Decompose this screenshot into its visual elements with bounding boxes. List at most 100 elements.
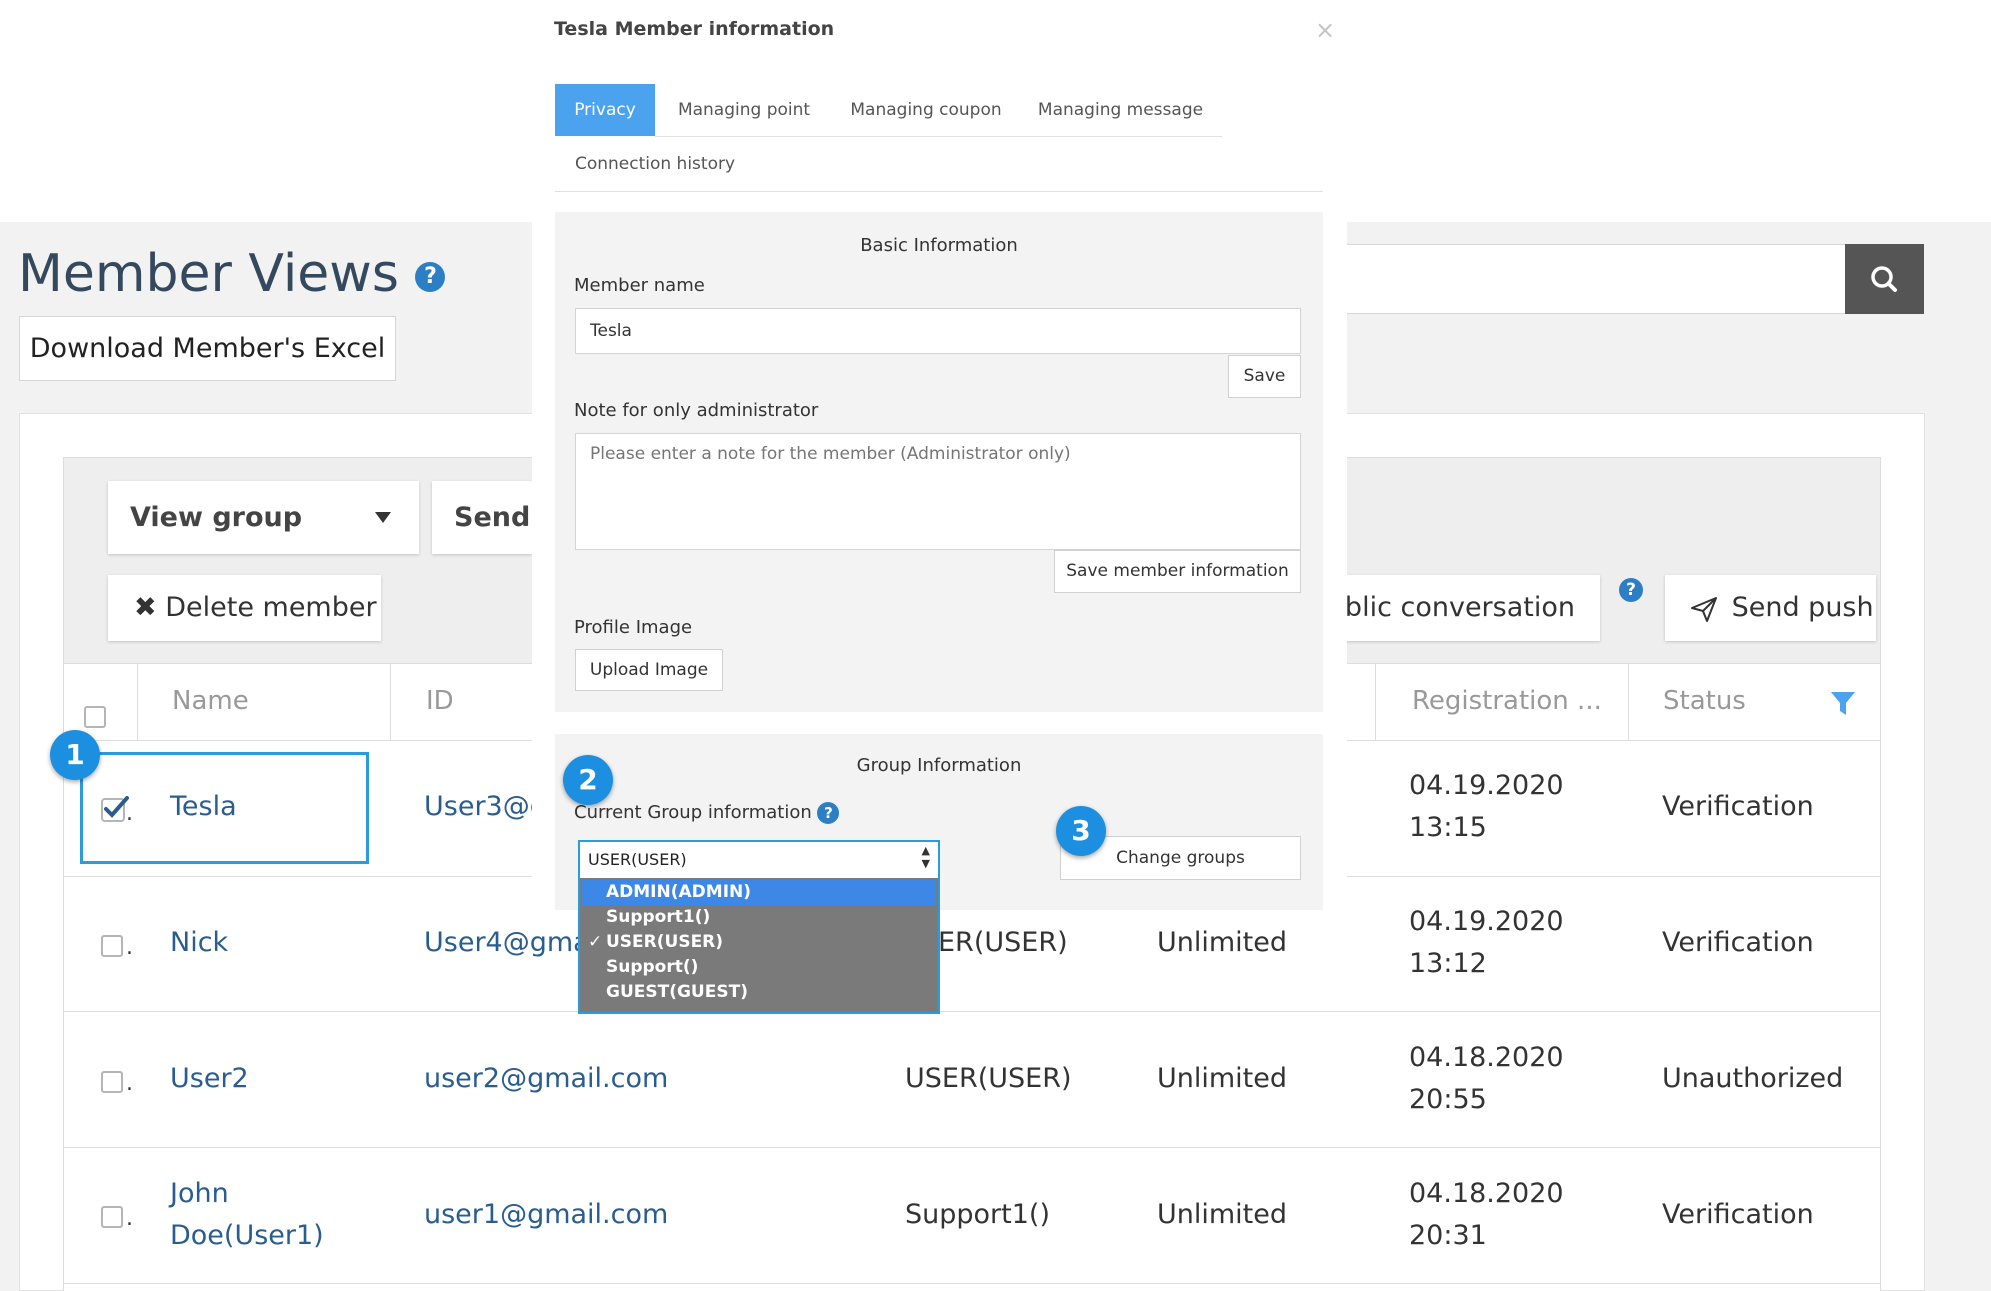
- status-text: Verification: [1662, 1199, 1814, 1230]
- registration-time: 20:31: [1409, 1220, 1487, 1251]
- status-text: Verification: [1662, 791, 1814, 822]
- view-group-dropdown[interactable]: View group: [108, 481, 419, 554]
- tab-managing-point[interactable]: Managing point: [655, 84, 833, 137]
- limit-text: Unlimited: [1157, 1063, 1288, 1094]
- limit-text: Unlimited: [1157, 927, 1288, 958]
- selection-highlight: [80, 752, 369, 864]
- registration-time: 20:55: [1409, 1084, 1487, 1115]
- divider: [555, 191, 1323, 192]
- row-checkbox[interactable]: [101, 1071, 123, 1093]
- section-heading: Group Information: [856, 755, 1022, 776]
- public-conversation-button[interactable]: ublic conversation: [1325, 575, 1600, 641]
- admin-note-textarea[interactable]: [575, 433, 1301, 550]
- group-dropdown-list: ADMIN(ADMIN) Support1() ✓ USER(USER) Sup…: [578, 878, 940, 1014]
- member-name-link[interactable]: John: [170, 1178, 229, 1209]
- step-badge-2: 2: [563, 755, 613, 805]
- divider: [137, 663, 138, 740]
- save-member-information-button[interactable]: Save member information: [1054, 550, 1301, 593]
- divider: [64, 1147, 1880, 1148]
- close-icon: ✖: [134, 592, 157, 623]
- current-group-label: Current Group information ?: [574, 802, 840, 824]
- view-group-label: View group: [130, 502, 303, 533]
- checkbox-mark: .: [126, 1071, 133, 1096]
- status-text: Unauthorized: [1662, 1063, 1844, 1094]
- select-all-checkbox[interactable]: [84, 706, 106, 728]
- group-text: Support1(): [905, 1199, 1050, 1230]
- save-button[interactable]: Save: [1228, 355, 1301, 398]
- search-icon: [1871, 266, 1897, 292]
- divider: [64, 1011, 1880, 1012]
- member-name-link[interactable]: User2: [170, 1063, 249, 1094]
- profile-image-label: Profile Image: [574, 617, 693, 638]
- close-icon[interactable]: ×: [1315, 16, 1335, 44]
- delete-member-button[interactable]: ✖ Delete member: [108, 575, 381, 641]
- check-icon: ✓: [588, 932, 603, 952]
- group-select-value: USER(USER): [588, 850, 687, 869]
- page-title: Member Views ?: [18, 244, 446, 304]
- current-group-label-text: Current Group information: [574, 802, 812, 823]
- member-id-link[interactable]: user2@gmail.com: [424, 1063, 668, 1094]
- column-header-registration[interactable]: Registration ...: [1412, 663, 1612, 740]
- divider: [390, 663, 391, 740]
- step-badge-3: 3: [1056, 806, 1106, 856]
- option-user-label: USER(USER): [606, 932, 724, 952]
- tab-managing-coupon[interactable]: Managing coupon: [833, 84, 1019, 137]
- status-text: Verification: [1662, 927, 1814, 958]
- divider: [1628, 663, 1629, 740]
- registration-date: 04.18.2020: [1409, 1178, 1564, 1209]
- download-excel-button[interactable]: Download Member's Excel: [19, 316, 396, 381]
- updown-arrows-icon: ▲ ▼: [921, 844, 930, 870]
- option-admin[interactable]: ADMIN(ADMIN): [582, 880, 936, 905]
- option-guest[interactable]: GUEST(GUEST): [582, 980, 936, 1005]
- member-name-link[interactable]: Nick: [170, 927, 228, 958]
- registration-time: 13:12: [1409, 948, 1487, 979]
- help-icon[interactable]: ?: [1619, 578, 1643, 602]
- send-push-label: Send push: [1731, 592, 1874, 623]
- tab-connection-history[interactable]: Connection history: [555, 138, 755, 190]
- registration-date: 04.19.2020: [1409, 906, 1564, 937]
- search-input[interactable]: [1345, 244, 1845, 314]
- option-support1[interactable]: Support1(): [582, 905, 936, 930]
- filter-icon[interactable]: [1829, 689, 1857, 717]
- member-id-link[interactable]: user1@gmail.com: [424, 1199, 668, 1230]
- registration-time: 13:15: [1409, 812, 1487, 843]
- help-icon[interactable]: ?: [415, 262, 446, 292]
- row-checkbox[interactable]: [101, 935, 123, 957]
- checkbox-mark: .: [126, 1206, 133, 1231]
- note-label: Note for only administrator: [574, 400, 819, 421]
- registration-date: 04.18.2020: [1409, 1042, 1564, 1073]
- help-icon[interactable]: ?: [817, 802, 840, 824]
- member-id-link[interactable]: User4@gmai: [424, 927, 597, 958]
- page-title-text: Member Views: [18, 244, 399, 304]
- send-group-button[interactable]: Send g: [432, 481, 532, 554]
- checkbox-mark: .: [126, 935, 133, 960]
- option-user[interactable]: ✓ USER(USER): [582, 930, 936, 955]
- delete-member-label: Delete member: [165, 592, 377, 623]
- section-heading: Basic Information: [860, 235, 1018, 256]
- upload-image-button[interactable]: Upload Image: [575, 649, 723, 691]
- registration-date: 04.19.2020: [1409, 770, 1564, 801]
- tab-managing-message[interactable]: Managing message: [1019, 84, 1222, 137]
- divider: [1375, 663, 1376, 740]
- member-name-link[interactable]: Doe(User1): [170, 1220, 324, 1251]
- divider: [64, 1283, 1880, 1284]
- column-header-id[interactable]: ID: [426, 663, 454, 740]
- member-name-input[interactable]: [575, 308, 1301, 354]
- tab-privacy[interactable]: Privacy: [555, 84, 655, 136]
- step-badge-1: 1: [50, 730, 100, 780]
- limit-text: Unlimited: [1157, 1199, 1288, 1230]
- group-text: ER(USER): [938, 927, 1068, 958]
- column-header-name[interactable]: Name: [172, 663, 249, 740]
- caret-down-icon: [375, 512, 391, 523]
- send-push-button[interactable]: Send push: [1665, 575, 1876, 641]
- search-button[interactable]: [1845, 244, 1924, 314]
- column-header-status[interactable]: Status: [1663, 663, 1746, 740]
- option-support[interactable]: Support(): [582, 955, 936, 980]
- modal-title: Tesla Member information: [554, 18, 835, 40]
- member-name-label: Member name: [574, 275, 705, 296]
- send-icon: [1691, 596, 1717, 622]
- group-select[interactable]: USER(USER) ▲ ▼: [578, 840, 940, 880]
- row-checkbox[interactable]: [101, 1206, 123, 1228]
- group-text: USER(USER): [905, 1063, 1072, 1094]
- member-id-link[interactable]: User3@g: [424, 791, 547, 822]
